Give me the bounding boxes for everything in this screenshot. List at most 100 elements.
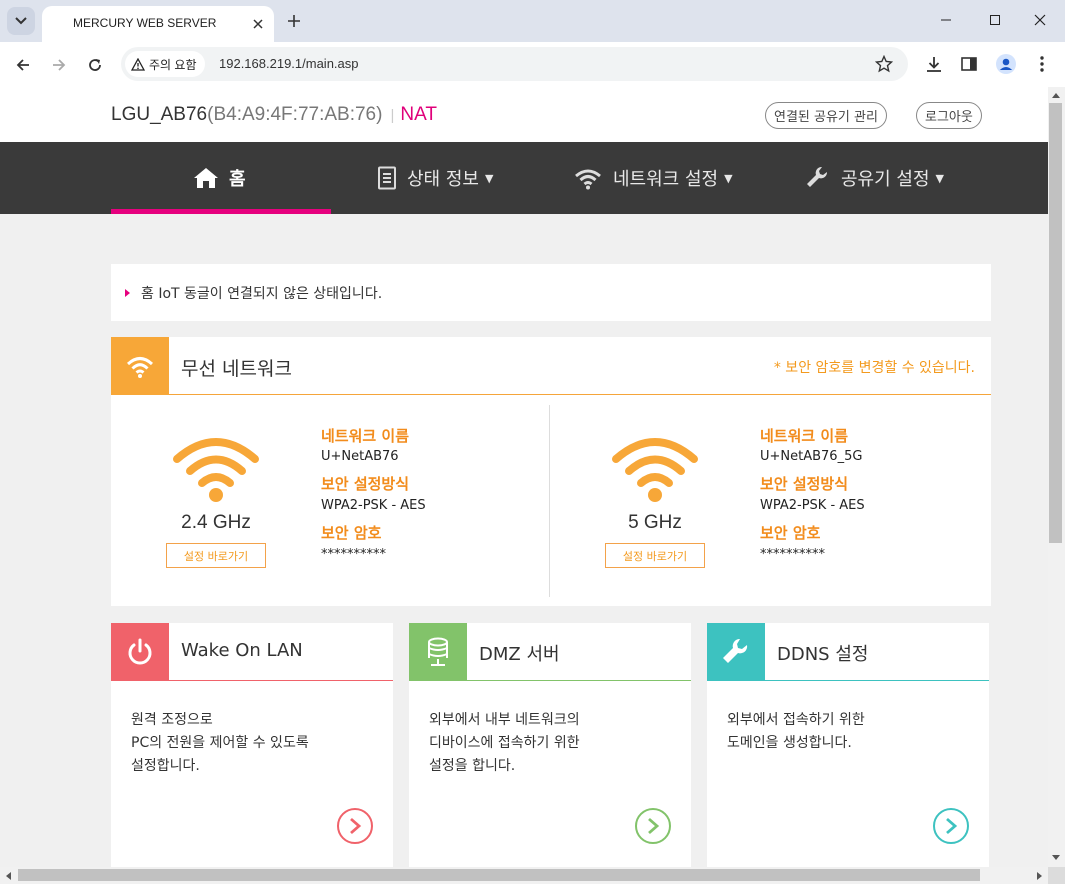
address-bar[interactable]: 주의 요함 192.168.219.1/main.asp [121, 47, 908, 81]
card-header: DMZ 서버 [409, 623, 691, 681]
reload-button[interactable] [80, 50, 110, 80]
wifi-icon [111, 337, 169, 395]
minimize-icon [941, 19, 951, 21]
chevron-right-icon[interactable] [635, 808, 671, 844]
plus-icon [288, 15, 300, 27]
download-icon[interactable] [920, 50, 948, 78]
chevron-right-icon[interactable] [337, 808, 373, 844]
horizontal-scroll-thumb[interactable] [18, 869, 980, 881]
nav-home-label: 홈 [229, 169, 246, 190]
minimize-button[interactable] [926, 6, 966, 34]
band-settings-button[interactable]: 설정 바로가기 [605, 543, 705, 568]
password-label: 보안 암호 [321, 524, 382, 542]
card-title: Wake On LAN [181, 640, 303, 661]
password-value: ********** [321, 547, 386, 562]
wireless-note: * 보안 암호를 변경할 수 있습니다. [773, 360, 975, 376]
password-label: 보안 암호 [760, 524, 821, 542]
notice-text: 홈 IoT 동글이 연결되지 않은 상태입니다. [141, 286, 383, 302]
security-chip-label: 주의 요함 [149, 57, 197, 72]
scroll-left-icon[interactable] [4, 871, 12, 881]
caret-down-icon: ▼ [935, 171, 944, 185]
device-info: LGU_AB76(B4:A9:4F:77:AB:76) | NAT [111, 104, 437, 126]
vertical-scroll-thumb[interactable] [1049, 103, 1062, 543]
close-window-button[interactable] [1020, 6, 1060, 34]
profile-avatar-icon[interactable] [992, 50, 1020, 78]
card-underline [169, 680, 393, 681]
wifi-icon [612, 438, 698, 502]
scrollbar-corner [1048, 867, 1065, 884]
band-settings-button[interactable]: 설정 바로가기 [166, 543, 266, 568]
card-description: 원격 조정으로 PC의 전원을 제어할 수 있도록 설정합니다. [131, 712, 309, 774]
home-icon [194, 168, 218, 188]
network-name-value: U+NetAB76 [321, 449, 399, 464]
maximize-icon [990, 15, 1000, 25]
band-frequency: 5 GHz [628, 512, 682, 533]
dmz-server-card[interactable]: DMZ 서버 외부에서 내부 네트워크의 디바이스에 접속하기 위한 설정을 합… [409, 623, 691, 867]
wireless-title: 무선 네트워크 [181, 358, 292, 380]
chevron-right-icon[interactable] [933, 808, 969, 844]
document-icon [378, 166, 396, 190]
network-name-value: U+NetAB76_5G [760, 449, 863, 464]
reload-icon [89, 59, 101, 71]
wireless-network-card: 무선 네트워크 * 보안 암호를 변경할 수 있습니다. 2.4 GHz 설정 … [111, 337, 991, 606]
wifi-icon [575, 169, 601, 190]
security-chip[interactable]: 주의 요함 [125, 51, 205, 77]
card-header: DDNS 설정 [707, 623, 989, 681]
security-method-label: 보안 설정방식 [760, 475, 849, 493]
side-panel-icon[interactable] [955, 50, 983, 78]
iot-notice: 홈 IoT 동글이 연결되지 않은 상태입니다. [111, 264, 991, 321]
caret-down-icon: ▼ [724, 171, 733, 185]
back-button[interactable] [8, 50, 38, 80]
new-tab-button[interactable] [283, 10, 305, 32]
security-method-label: 보안 설정방식 [321, 475, 410, 493]
wireless-header: 무선 네트워크 * 보안 암호를 변경할 수 있습니다. [111, 337, 991, 395]
nav-router-label: 공유기 설정 [841, 169, 930, 190]
band-5ghz: 5 GHz 설정 바로가기 네트워크 이름 U+NetAB76_5G 보안 설정… [550, 407, 990, 597]
scroll-right-icon[interactable] [1036, 871, 1044, 881]
database-icon [409, 623, 467, 681]
password-value: ********** [760, 547, 825, 562]
wake-on-lan-card[interactable]: Wake On LAN 원격 조정으로 PC의 전원을 제어할 수 있도록 설정… [111, 623, 393, 867]
wifi-icon [173, 438, 259, 502]
security-method-value: WPA2-PSK - AES [760, 498, 865, 513]
browser-toolbar: 주의 요함 192.168.219.1/main.asp [0, 42, 1065, 87]
network-name-label: 네트워크 이름 [321, 427, 410, 445]
nav-network-label: 네트워크 설정 [613, 169, 719, 190]
nav-home[interactable]: 홈 [193, 142, 246, 214]
caret-down-icon: ▼ [484, 171, 494, 185]
header-separator: | [390, 107, 395, 124]
card-underline [765, 680, 989, 681]
more-menu-icon[interactable] [1028, 50, 1056, 78]
card-underline [467, 680, 691, 681]
maximize-button[interactable] [975, 6, 1015, 34]
ddns-settings-card[interactable]: DDNS 설정 외부에서 접속하기 위한 도메인을 생성합니다. [707, 623, 989, 867]
close-icon [1034, 14, 1046, 26]
scroll-down-icon[interactable] [1051, 854, 1061, 862]
bookmark-star-icon[interactable] [873, 53, 895, 75]
nav-status[interactable]: 상태 정보 ▼ [377, 142, 493, 214]
band-frequency: 2.4 GHz [181, 512, 251, 533]
manage-routers-button[interactable]: 연결된 공유기 관리 [765, 102, 887, 129]
tab-title: MERCURY WEB SERVER [73, 16, 217, 30]
arrow-left-icon [16, 59, 29, 71]
forward-button[interactable] [44, 50, 74, 80]
nav-status-label: 상태 정보 [407, 169, 479, 190]
device-name: LGU_AB76 [111, 104, 208, 125]
scroll-up-icon[interactable] [1051, 91, 1061, 99]
browser-tab[interactable]: MERCURY WEB SERVER [42, 6, 274, 42]
page-header: LGU_AB76(B4:A9:4F:77:AB:76) | NAT 연결된 공유기 … [0, 87, 1048, 142]
network-name-label: 네트워크 이름 [760, 427, 849, 445]
close-tab-icon[interactable] [248, 14, 268, 34]
nav-network[interactable]: 네트워크 설정 ▼ [573, 142, 733, 214]
device-mac: (B4:A9:4F:77:AB:76) [207, 104, 383, 125]
warning-icon [131, 57, 145, 71]
tab-search-button[interactable] [7, 7, 35, 35]
card-title: DMZ 서버 [479, 644, 560, 665]
wrench-icon [707, 623, 765, 681]
nav-router[interactable]: 공유기 설정 ▼ [805, 142, 944, 214]
url-text[interactable]: 192.168.219.1/main.asp [219, 56, 359, 71]
wrench-icon [807, 166, 828, 187]
chevron-down-icon [15, 17, 27, 25]
page-viewport: LGU_AB76(B4:A9:4F:77:AB:76) | NAT 연결된 공유기 … [0, 87, 1048, 867]
logout-button[interactable]: 로그아웃 [916, 102, 982, 129]
